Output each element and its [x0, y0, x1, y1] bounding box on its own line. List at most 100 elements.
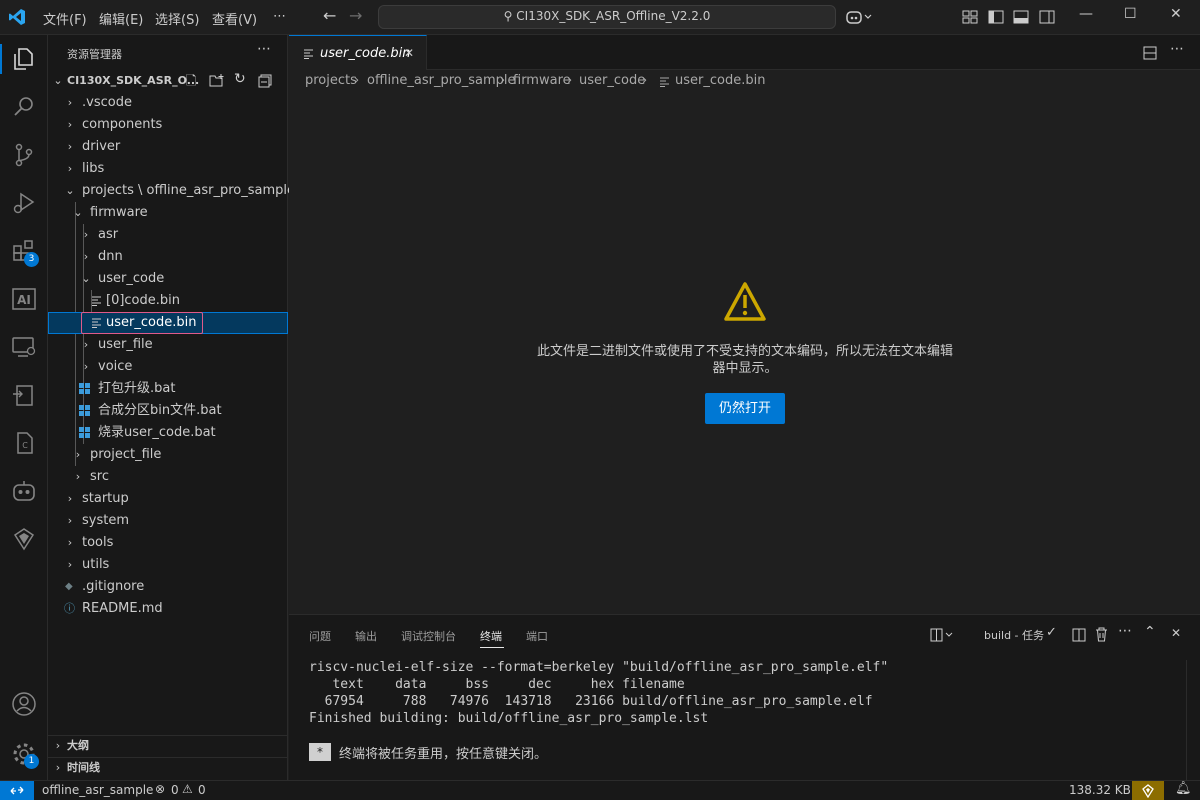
terminal-line: 67954 788 74976 143718 23166 build/offli…	[309, 694, 873, 709]
file-size[interactable]: 138.32 KB	[1069, 783, 1131, 797]
terminal-task-label[interactable]: build - 任务	[984, 627, 1044, 643]
tree-item-folder[interactable]: ⌄ firmware	[48, 202, 288, 224]
tree-item-folder[interactable]: › driver	[48, 136, 288, 158]
tree-item-folder[interactable]: › tools	[48, 532, 288, 554]
tree-item-folder[interactable]: › .vscode	[48, 92, 288, 114]
notifications-bell-icon[interactable]: 🔔︎	[1175, 781, 1192, 796]
error-icon[interactable]: ⊗	[155, 782, 165, 796]
tree-item-bat[interactable]: 合成分区bin文件.bat	[48, 400, 288, 422]
tree-item-folder[interactable]: › user_file	[48, 334, 288, 356]
tree-item-file[interactable]: ◆ .gitignore	[48, 576, 288, 598]
search-view-icon[interactable]	[10, 93, 38, 121]
forward-arrow-icon[interactable]: →	[349, 6, 362, 25]
panel-more-icon[interactable]: ⋯	[1118, 623, 1132, 639]
breadcrumb-item[interactable]: firmware	[513, 73, 571, 88]
workspace-root[interactable]: ⌄ CI130X_SDK_ASR_O...	[48, 70, 288, 92]
menu-file[interactable]: 文件(F)	[43, 9, 87, 28]
split-editor-icon[interactable]	[1143, 46, 1157, 60]
menu-more[interactable]: ⋯	[273, 9, 286, 24]
copilot-icon[interactable]	[846, 9, 872, 25]
error-count: 0	[171, 783, 179, 797]
close-window-icon[interactable]: ✕	[1170, 6, 1182, 22]
refresh-icon[interactable]: ↻	[234, 71, 246, 87]
build-tools-icon[interactable]: C	[10, 429, 38, 457]
tree-item-folder[interactable]: › project_file	[48, 444, 288, 466]
tree-item-folder[interactable]: › asr	[48, 224, 288, 246]
copilot-chat-icon[interactable]	[10, 477, 38, 505]
git-diamond-icon: ◆	[65, 581, 73, 592]
tree-item-bat[interactable]: 烧录user_code.bat	[48, 422, 288, 444]
explorer-icon[interactable]	[10, 45, 38, 73]
ai-chip-icon[interactable]: AI	[10, 285, 38, 313]
device-upload-icon[interactable]	[10, 381, 38, 409]
tree-item-folder[interactable]: › voice	[48, 356, 288, 378]
timeline-section[interactable]: › 时间线	[48, 757, 288, 779]
tree-item-bat[interactable]: 打包升级.bat	[48, 378, 288, 400]
toggle-primary-sidebar-icon[interactable]	[988, 10, 1004, 24]
file-lines-icon	[304, 49, 313, 59]
tree-item-file[interactable]: [0]code.bin	[48, 290, 288, 312]
accounts-icon[interactable]	[10, 690, 38, 718]
warning-icon	[724, 282, 766, 321]
panel-tab-output[interactable]: 输出	[355, 628, 377, 644]
breadcrumb-separator-icon: ›	[500, 73, 506, 88]
open-anyway-button[interactable]: 仍然打开	[705, 393, 785, 424]
outline-section[interactable]: › 大纲	[48, 735, 288, 757]
breadcrumb-item[interactable]: user_code	[579, 73, 645, 88]
new-folder-icon[interactable]	[209, 74, 225, 88]
menu-edit[interactable]: 编辑(E)	[99, 9, 143, 28]
sync-extension-icon[interactable]	[10, 525, 38, 553]
tree-item-folder[interactable]: ⌄ user_code	[48, 268, 288, 290]
tree-item-folder[interactable]: › startup	[48, 488, 288, 510]
tab-close-icon[interactable]: ✕	[404, 46, 414, 60]
command-center[interactable]: ⚲ CI130X_SDK_ASR_Offline_V2.2.0	[378, 5, 836, 29]
tree-item-folder[interactable]: ⌄ projects \ offline_asr_pro_sample	[48, 180, 295, 202]
maximize-icon[interactable]: ☐	[1124, 6, 1137, 22]
trash-icon[interactable]	[1095, 627, 1108, 642]
panel-tab-problems[interactable]: 问题	[309, 628, 331, 644]
editor-more-icon[interactable]: ⋯	[1170, 41, 1184, 57]
remote-indicator[interactable]	[0, 781, 34, 800]
tree-item-folder[interactable]: › dnn	[48, 246, 288, 268]
minimize-icon[interactable]: —	[1079, 6, 1093, 22]
tree-item-folder[interactable]: › components	[48, 114, 288, 136]
more-actions-icon[interactable]: ⋯	[257, 41, 271, 57]
remote-explorer-icon[interactable]	[10, 333, 38, 361]
new-file-icon[interactable]: 🗋	[186, 72, 196, 94]
breadcrumb-item[interactable]: offline_asr_pro_sample	[367, 73, 515, 88]
search-icon: ⚲	[503, 9, 513, 23]
breadcrumb-item[interactable]: user_code.bin	[675, 73, 765, 88]
toggle-secondary-sidebar-icon[interactable]	[1039, 10, 1055, 24]
tree-item-folder[interactable]: › system	[48, 510, 288, 532]
panel-tab-ports[interactable]: 端口	[526, 628, 548, 644]
sidebar-title: 资源管理器	[67, 48, 122, 61]
tab-user-code-bin[interactable]: user_code.bin ✕	[289, 35, 427, 70]
close-panel-icon[interactable]: ✕	[1171, 626, 1181, 640]
binary-file-message: 此文件是二进制文件或使用了不受支持的文本编码，所以无法在文本编辑 器中显示。	[505, 343, 985, 377]
panel-tab-debug-console[interactable]: 调试控制台	[401, 628, 456, 644]
menu-view[interactable]: 查看(V)	[212, 9, 257, 28]
windows-bat-icon	[79, 405, 90, 416]
terminal-scrollbar[interactable]	[1186, 660, 1200, 781]
project-name[interactable]: offline_asr_sample	[42, 783, 153, 797]
warning-status-icon[interactable]: ⚠	[182, 782, 193, 796]
back-arrow-icon[interactable]: ←	[323, 6, 336, 25]
menu-selection[interactable]: 选择(S)	[155, 9, 199, 28]
maximize-panel-icon[interactable]: ⌃	[1144, 624, 1156, 640]
terminal-split-dropdown-icon[interactable]	[930, 628, 954, 642]
collapse-all-icon[interactable]	[258, 74, 272, 88]
extension-status[interactable]	[1132, 781, 1164, 800]
tree-item-folder[interactable]: › utils	[48, 554, 288, 576]
tree-item-folder[interactable]: › src	[48, 466, 288, 488]
source-control-icon[interactable]	[10, 141, 38, 169]
panel-tab-terminal[interactable]: 终端	[480, 628, 502, 644]
binary-file-message-line: 此文件是二进制文件或使用了不受支持的文本编码，所以无法在文本编辑	[536, 344, 953, 359]
tree-item-folder[interactable]: › libs	[48, 158, 288, 180]
tree-item-file[interactable]: ⓘ README.md	[48, 598, 288, 620]
terminal-output[interactable]: riscv-nuclei-elf-size --format=berkeley …	[309, 659, 888, 727]
toggle-panel-icon[interactable]	[1013, 10, 1029, 24]
split-terminal-icon[interactable]	[1072, 628, 1086, 642]
breadcrumb-item[interactable]: projects	[305, 73, 357, 88]
layout-icon[interactable]	[962, 10, 978, 24]
run-debug-icon[interactable]	[10, 189, 38, 217]
